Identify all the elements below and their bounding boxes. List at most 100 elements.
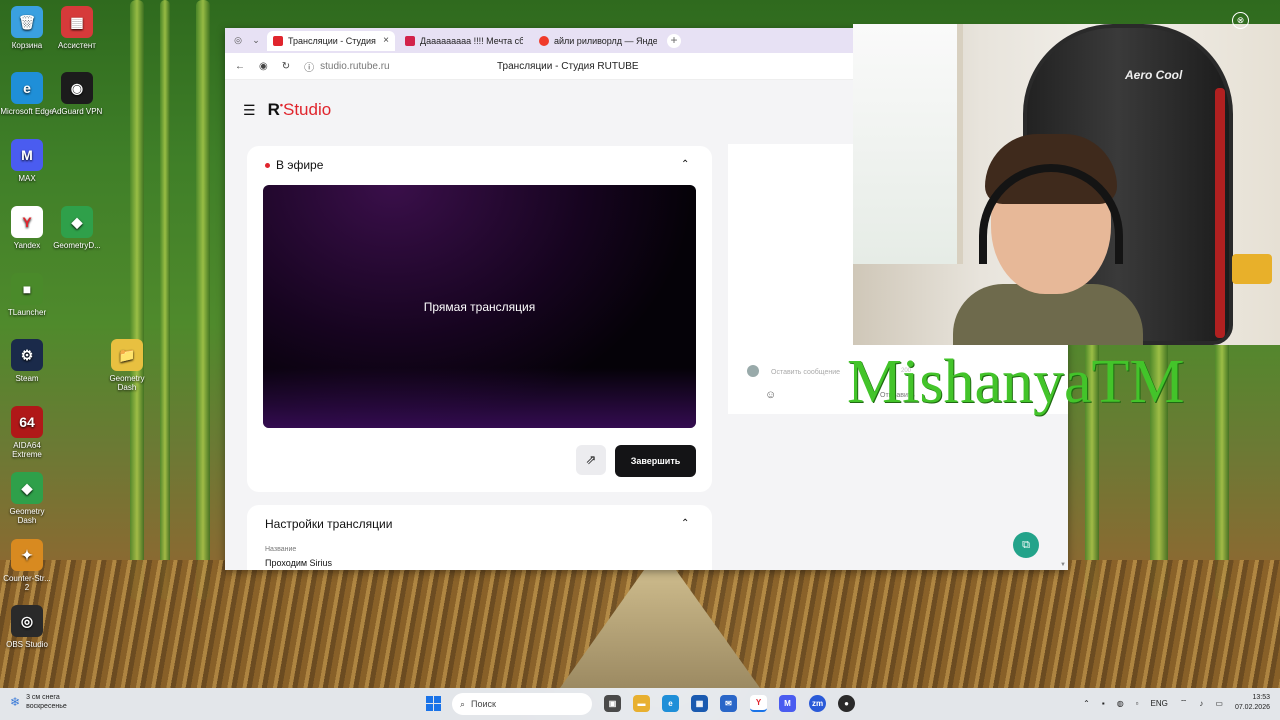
battery-icon[interactable]: ▭ <box>1215 699 1223 708</box>
emoji-icon[interactable]: ☺ <box>765 389 776 401</box>
end-stream-button[interactable]: Завершить <box>615 445 696 477</box>
close-icon[interactable]: × <box>383 35 389 46</box>
name-label: Название <box>265 546 297 553</box>
share-icon: ⇗ <box>585 452 597 467</box>
store-icon[interactable]: ▦ <box>691 695 708 712</box>
app-icon: M <box>11 139 43 171</box>
chat-bubble-icon: ⧉ <box>1022 538 1030 551</box>
scroll-down-icon[interactable]: ▼ <box>1060 562 1066 568</box>
menu-icon[interactable]: ☰ <box>243 102 256 119</box>
tab-rutube-studio[interactable]: Трансляции - Студия RUTUBE × <box>267 30 395 51</box>
volume-icon[interactable]: ♪ <box>1199 699 1203 708</box>
desktop-icon[interactable]: Y Yandex <box>0 206 54 250</box>
app-icon: ✦ <box>11 539 43 571</box>
app-icon: ◆ <box>11 472 43 504</box>
search-icon: ⌕ <box>460 698 466 709</box>
desktop-icon[interactable]: ■ TLauncher <box>0 273 54 317</box>
clock[interactable]: 13:53 07.02.2026 <box>1235 693 1270 713</box>
overlay-control-icon[interactable]: ⊗ <box>1232 12 1249 29</box>
chair-logo: Aero Cool <box>1125 68 1183 82</box>
task-view-icon[interactable]: ▣ <box>604 695 621 712</box>
desktop-icon-label: Geometry Dash <box>109 374 145 392</box>
desktop-icon[interactable]: 📁 Geometry Dash <box>100 339 154 392</box>
protect-icon[interactable]: ◉ <box>259 61 268 72</box>
tab-video[interactable]: Дааааааааа !!!! Мечта сб <box>399 31 529 51</box>
toy-decor <box>1232 254 1272 284</box>
help-button[interactable]: ⧉ <box>1013 532 1039 558</box>
tray-app-icon[interactable]: ▫ <box>1136 699 1139 708</box>
desktop-icon[interactable]: ✦ Counter-Str... 2 <box>0 539 54 592</box>
edge-icon[interactable]: e <box>662 695 679 712</box>
back-icon[interactable]: ← <box>235 61 245 72</box>
desktop-icon-label: MAX <box>18 174 36 183</box>
app-icon: 64 <box>11 406 43 438</box>
new-tab-button[interactable]: + <box>667 33 681 48</box>
desktop-icon-label: Корзина <box>11 41 43 50</box>
live-dot-icon <box>265 162 270 168</box>
desktop-icon[interactable]: M MAX <box>0 139 54 183</box>
system-tray: ⌃ ▪ ◍ ▫ ENG ⌔ ♪ ▭ 13:53 07.02.2026 <box>1083 693 1270 713</box>
chat-input[interactable]: Оставить сообщение <box>771 369 840 376</box>
weather-widget[interactable]: ❄ 3 см снега воскресенье <box>10 693 67 711</box>
chevron-up-icon[interactable]: ⌃ <box>681 518 689 529</box>
desktop-icon[interactable]: ⚙ Steam <box>0 339 54 383</box>
desktop-icon[interactable]: ▦ Ассистент <box>50 6 104 50</box>
app-icon: ▦ <box>61 6 93 38</box>
page-title: Трансляции - Студия RUTUBE <box>497 60 639 72</box>
chevron-up-icon[interactable]: ⌃ <box>1083 699 1090 708</box>
desktop-icon[interactable]: ◆ GeometryD... <box>50 206 104 250</box>
app-icon: ◆ <box>61 206 93 238</box>
site-info-icon[interactable]: ⓘ <box>304 59 314 74</box>
desktop-icon-label: AdGuard VPN <box>51 107 103 116</box>
taskbar: ❄ 3 см снега воскресенье ⌕ Поиск ▣ ▬ e ▦ … <box>0 688 1280 720</box>
desktop-icon-label: Geometry Dash <box>9 507 45 525</box>
studio-logo[interactable]: R•Studio <box>268 100 332 120</box>
rutube-favicon-icon <box>405 35 415 46</box>
tray-app-icon[interactable]: ▪ <box>1102 699 1105 708</box>
desktop-icon[interactable]: ◎ OBS Studio <box>0 605 54 649</box>
desktop-icon[interactable]: 64 AIDA64 Extreme <box>0 406 54 459</box>
desktop-icon-label: Yandex <box>13 241 41 250</box>
bamboo-decor <box>130 0 144 600</box>
app-icon: ◎ <box>11 605 43 637</box>
bamboo-decor <box>196 0 210 600</box>
zoom-icon[interactable]: zm <box>809 695 826 712</box>
app-icon: 🗑 <box>11 6 43 38</box>
obs-icon[interactable]: ● <box>838 695 855 712</box>
file-explorer-icon[interactable]: ▬ <box>633 695 650 712</box>
desktop-icon[interactable]: e Microsoft Edge <box>0 72 54 116</box>
url-field[interactable]: studio.rutube.ru <box>320 61 390 72</box>
desktop-icon[interactable]: 🗑 Корзина <box>0 6 54 50</box>
avatar <box>747 365 759 377</box>
max-icon[interactable]: M <box>779 695 796 712</box>
app-icon: ◉ <box>61 72 93 104</box>
share-button[interactable]: ⇗ <box>576 445 606 475</box>
video-preview[interactable]: Прямая трансляция <box>263 185 696 428</box>
desktop-icon-label: AIDA64 Extreme <box>12 441 42 459</box>
start-button[interactable] <box>426 696 441 711</box>
desktop-icon[interactable]: ◆ Geometry Dash <box>0 472 54 525</box>
streamer <box>953 134 1143 345</box>
webcam-overlay: Aero Cool <box>853 24 1280 345</box>
outlook-icon[interactable]: ✉ <box>720 695 737 712</box>
desktop-icon-label: Steam <box>15 374 39 383</box>
desktop-icon[interactable]: ◉ AdGuard VPN <box>50 72 104 116</box>
desktop-icon-label: GeometryD... <box>53 241 101 250</box>
taskbar-search[interactable]: ⌕ Поиск <box>452 693 592 715</box>
tab-menu-icon[interactable]: ◎ <box>231 34 245 48</box>
settings-title: Настройки трансляции <box>265 517 393 531</box>
tab-yandex[interactable]: айли риливорлд — Янде <box>533 31 663 51</box>
reload-icon[interactable]: ↻ <box>282 61 290 72</box>
wifi-icon[interactable]: ⌔ <box>1180 698 1188 708</box>
network-icon[interactable]: ◍ <box>1117 699 1124 708</box>
yandex-browser-icon[interactable]: Y <box>750 695 767 712</box>
chevron-up-icon[interactable]: ⌃ <box>681 159 689 170</box>
bamboo-decor <box>160 0 170 600</box>
live-status: В эфире <box>265 158 323 172</box>
desktop-icon-label: TLauncher <box>7 308 47 317</box>
language-indicator[interactable]: ENG <box>1151 699 1168 708</box>
chevron-down-icon[interactable]: ⌄ <box>249 34 263 48</box>
rutube-favicon-icon <box>273 35 283 46</box>
name-field[interactable]: Проходим Sirius <box>265 558 332 568</box>
app-icon: Y <box>11 206 43 238</box>
